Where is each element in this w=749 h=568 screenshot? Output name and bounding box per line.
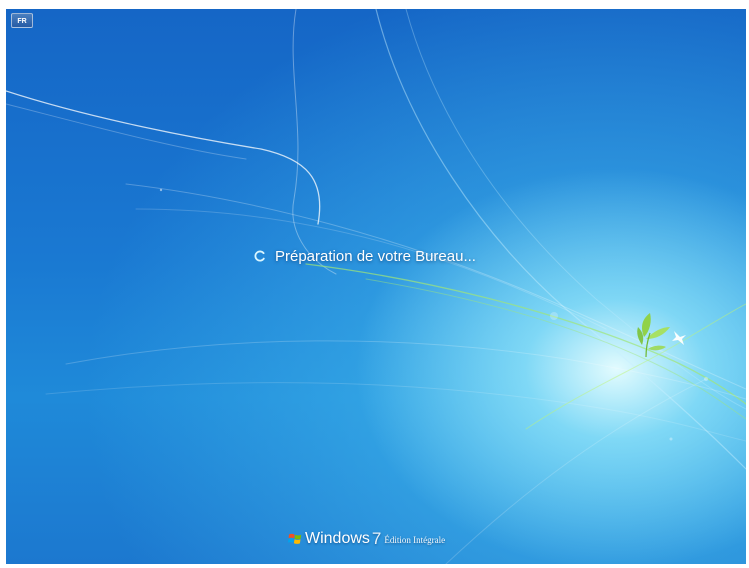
brand-edition: Édition Intégrale [384, 535, 446, 545]
status-message: Préparation de votre Bureau... [275, 247, 476, 265]
language-indicator[interactable]: FR [11, 13, 33, 28]
windows-branding: Windows 7 Édition Intégrale [288, 527, 445, 549]
spinner-icon [254, 250, 265, 262]
brand-version: 7 [371, 529, 382, 548]
desktop-preparation-screen: FR Préparation de votre Bureau... Window… [6, 9, 746, 564]
windows-flag-icon [288, 533, 302, 544]
loading-status: Préparation de votre Bureau... [254, 244, 476, 268]
background-swirls [6, 9, 746, 564]
brand-name: Windows [305, 530, 370, 547]
